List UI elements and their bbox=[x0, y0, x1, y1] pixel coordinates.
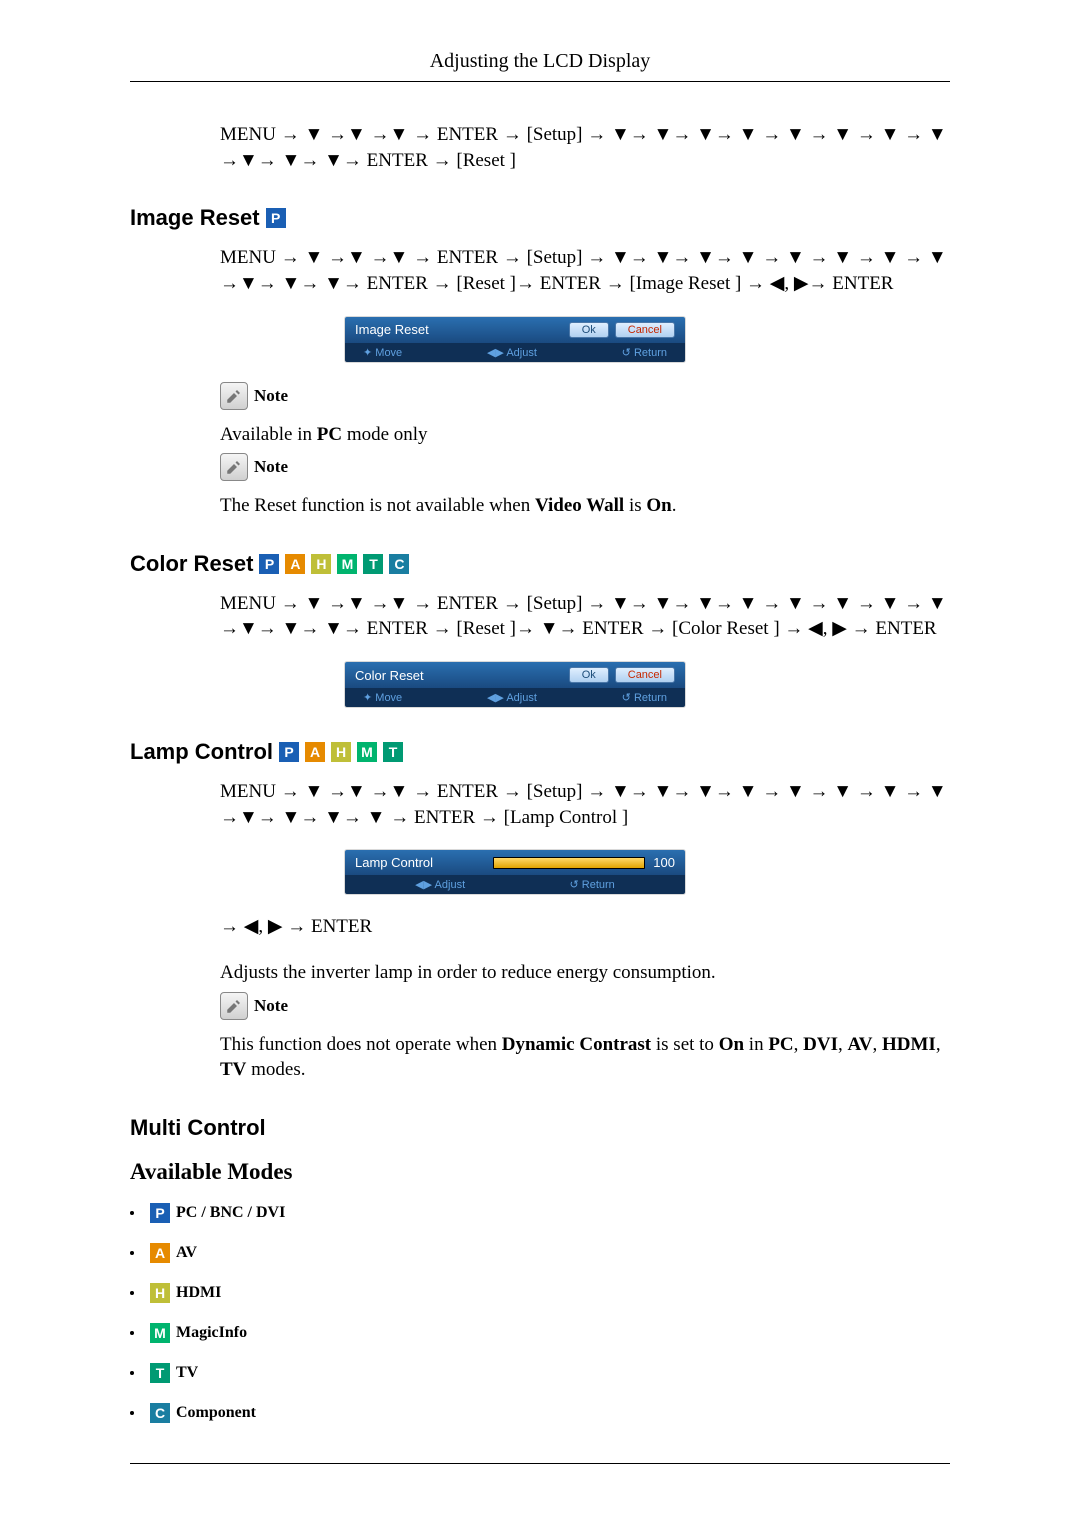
osd-ok-button[interactable]: Ok bbox=[569, 667, 609, 683]
badge-p-icon: P bbox=[266, 208, 286, 228]
badge-p-icon: P bbox=[150, 1203, 170, 1223]
mode-item-hdmi: H HDMI bbox=[130, 1283, 950, 1303]
section-image-reset: Image Reset P bbox=[130, 205, 950, 231]
osd-color-reset-hints: ✦ Move ◀▶ Adjust ↺ Return bbox=[345, 688, 685, 707]
mode-label: Component bbox=[176, 1404, 256, 1422]
badge-a-icon: A bbox=[285, 554, 305, 574]
osd-lamp-slider[interactable] bbox=[493, 857, 645, 869]
section-multi-control: Multi Control bbox=[130, 1115, 950, 1141]
note-icon bbox=[220, 382, 248, 410]
osd-hint-move: ✦ Move bbox=[363, 346, 402, 359]
badge-p-icon: P bbox=[259, 554, 279, 574]
top-menu-sequence: MENU → ▼ →▼ →▼ → ENTER → [Setup] → ▼→ ▼→… bbox=[220, 122, 950, 173]
osd-lamp-control-hints: ◀▶ Adjust ↺ Return bbox=[345, 875, 685, 894]
badge-c-icon: C bbox=[389, 554, 409, 574]
mode-label: TV bbox=[176, 1364, 198, 1382]
osd-lamp-control-top: Lamp Control 100 bbox=[345, 850, 685, 875]
badge-h-icon: H bbox=[150, 1283, 170, 1303]
bullet-icon bbox=[130, 1211, 134, 1215]
osd-cancel-button[interactable]: Cancel bbox=[615, 322, 675, 338]
mode-label: PC / BNC / DVI bbox=[176, 1204, 285, 1222]
lamp-after-sequence: → ◀, ▶ → ENTER bbox=[220, 914, 950, 940]
note-2-text: The Reset function is not available when… bbox=[220, 493, 950, 519]
osd-color-reset-label: Color Reset bbox=[355, 668, 424, 683]
bullet-icon bbox=[130, 1331, 134, 1335]
color-reset-sequence: MENU → ▼ →▼ →▼ → ENTER → [Setup] → ▼→ ▼→… bbox=[220, 591, 950, 642]
image-reset-sequence: MENU → ▼ →▼ →▼ → ENTER → [Setup] → ▼→ ▼→… bbox=[220, 245, 950, 296]
osd-cancel-button[interactable]: Cancel bbox=[615, 667, 675, 683]
mode-item-av: A AV bbox=[130, 1243, 950, 1263]
mode-label: HDMI bbox=[176, 1284, 221, 1302]
badge-m-icon: M bbox=[150, 1323, 170, 1343]
note-3-text: This function does not operate when Dyna… bbox=[220, 1032, 950, 1083]
note-row-2: Note bbox=[220, 453, 950, 481]
note-1-text: Available in PC mode only bbox=[220, 422, 950, 448]
lamp-description: Adjusts the inverter lamp in order to re… bbox=[220, 960, 950, 986]
osd-color-reset-top: Color Reset Ok Cancel bbox=[345, 662, 685, 688]
section-lamp-control: Lamp Control P A H M T bbox=[130, 739, 950, 765]
osd-color-reset: Color Reset Ok Cancel ✦ Move ◀▶ Adjust ↺… bbox=[345, 662, 685, 707]
badge-m-icon: M bbox=[357, 742, 377, 762]
mode-item-tv: T TV bbox=[130, 1363, 950, 1383]
badge-h-icon: H bbox=[331, 742, 351, 762]
top-divider bbox=[130, 81, 950, 82]
osd-image-reset-hints: ✦ Move ◀▶ Adjust ↺ Return bbox=[345, 343, 685, 362]
bullet-icon bbox=[130, 1291, 134, 1295]
osd-image-reset-top: Image Reset Ok Cancel bbox=[345, 317, 685, 343]
osd-hint-move: ✦ Move bbox=[363, 691, 402, 704]
mode-item-component: C Component bbox=[130, 1403, 950, 1423]
note-label: Note bbox=[254, 386, 288, 406]
bottom-divider bbox=[130, 1463, 950, 1464]
section-lamp-control-label: Lamp Control bbox=[130, 739, 273, 765]
note-row-3: Note bbox=[220, 992, 950, 1020]
osd-image-reset-label: Image Reset bbox=[355, 322, 429, 337]
available-modes-title: Available Modes bbox=[130, 1159, 950, 1185]
note-row-1: Note bbox=[220, 382, 950, 410]
bullet-icon bbox=[130, 1371, 134, 1375]
osd-hint-return: ↺ Return bbox=[622, 691, 667, 704]
badge-c-icon: C bbox=[150, 1403, 170, 1423]
section-color-reset-label: Color Reset bbox=[130, 551, 253, 577]
osd-hint-adjust: ◀▶ Adjust bbox=[415, 878, 465, 891]
note-label: Note bbox=[254, 996, 288, 1016]
badge-h-icon: H bbox=[311, 554, 331, 574]
badge-a-icon: A bbox=[305, 742, 325, 762]
section-color-reset: Color Reset P A H M T C bbox=[130, 551, 950, 577]
osd-ok-button[interactable]: Ok bbox=[569, 322, 609, 338]
mode-label: AV bbox=[176, 1244, 197, 1262]
osd-hint-adjust: ◀▶ Adjust bbox=[487, 691, 537, 704]
lamp-control-sequence: MENU → ▼ →▼ →▼ → ENTER → [Setup] → ▼→ ▼→… bbox=[220, 779, 950, 830]
badge-a-icon: A bbox=[150, 1243, 170, 1263]
note-icon bbox=[220, 453, 248, 481]
osd-lamp-control-label: Lamp Control bbox=[355, 855, 433, 870]
osd-lamp-value: 100 bbox=[653, 855, 675, 870]
bullet-icon bbox=[130, 1251, 134, 1255]
note-label: Note bbox=[254, 457, 288, 477]
page-title: Adjusting the LCD Display bbox=[130, 50, 950, 73]
mode-item-pc: P PC / BNC / DVI bbox=[130, 1203, 950, 1223]
osd-hint-return: ↺ Return bbox=[622, 346, 667, 359]
page: Adjusting the LCD Display MENU → ▼ →▼ →▼… bbox=[0, 0, 1080, 1527]
section-image-reset-label: Image Reset bbox=[130, 205, 260, 231]
osd-lamp-control: Lamp Control 100 ◀▶ Adjust ↺ Return bbox=[345, 850, 685, 894]
osd-image-reset: Image Reset Ok Cancel ✦ Move ◀▶ Adjust ↺… bbox=[345, 317, 685, 362]
note-icon bbox=[220, 992, 248, 1020]
mode-label: MagicInfo bbox=[176, 1324, 247, 1342]
osd-hint-adjust: ◀▶ Adjust bbox=[487, 346, 537, 359]
section-multi-control-label: Multi Control bbox=[130, 1115, 266, 1141]
badge-t-icon: T bbox=[383, 742, 403, 762]
mode-list: P PC / BNC / DVI A AV H HDMI M MagicInfo… bbox=[130, 1203, 950, 1423]
bullet-icon bbox=[130, 1411, 134, 1415]
badge-p-icon: P bbox=[279, 742, 299, 762]
mode-item-magicinfo: M MagicInfo bbox=[130, 1323, 950, 1343]
badge-m-icon: M bbox=[337, 554, 357, 574]
badge-t-icon: T bbox=[363, 554, 383, 574]
osd-hint-return: ↺ Return bbox=[569, 878, 614, 891]
badge-t-icon: T bbox=[150, 1363, 170, 1383]
